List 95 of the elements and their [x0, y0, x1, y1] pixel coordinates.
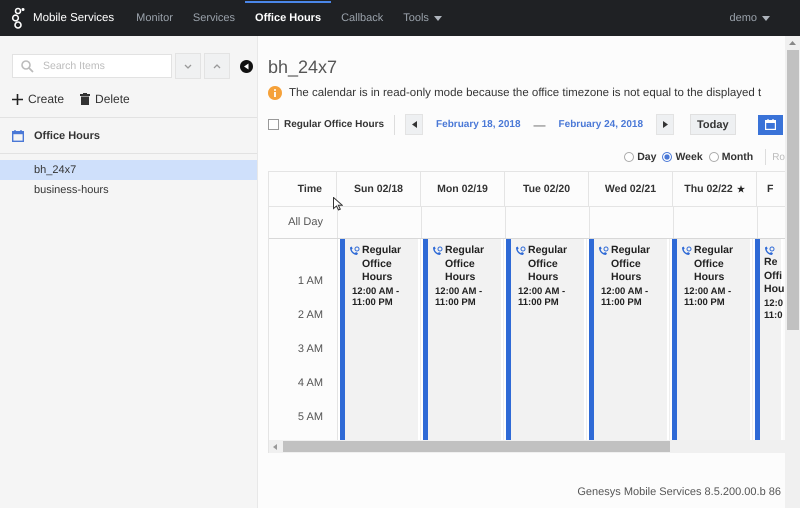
event-time: 12:00 AM - 11:00 PM — [683, 286, 732, 308]
star-icon — [736, 185, 745, 193]
create-button[interactable]: Create — [12, 91, 64, 107]
event-title: Regular Office Hours — [528, 244, 568, 284]
caret-icon — [434, 16, 442, 20]
scrollbar-thumb[interactable] — [283, 441, 670, 452]
event-time: 12:00 AM - 11:00 PM — [351, 286, 400, 308]
event-title: Regular Office Hours — [362, 244, 402, 284]
chevron-up-icon — [213, 64, 221, 68]
radio-label: Week — [675, 151, 703, 163]
user-menu[interactable]: demo — [719, 1, 780, 35]
column-header: Time — [298, 183, 322, 195]
row-label: All Day — [287, 215, 324, 230]
plus-icon — [12, 94, 23, 104]
calendar-event[interactable]: Regular Office Hours 12:00 AM - 11:00 PM — [672, 239, 750, 440]
trash-icon — [80, 93, 90, 105]
calendar-event[interactable]: Regular Office Hours 12:00 AM - 11:00 PM — [340, 239, 418, 440]
calendar-icon — [764, 119, 776, 130]
calendar-icon — [12, 130, 24, 142]
column-header: Thu 02/22 — [684, 183, 733, 195]
footer-text: Genesys Mobile Services 8.5.200.00.b 86 — [576, 486, 782, 500]
event-text: 12:0 — [764, 298, 781, 308]
calendar-event[interactable]: Regular Office Hours 12:00 AM - 11:00 PM — [423, 239, 501, 440]
event-title: Regular Office Hours — [611, 244, 652, 284]
list-item[interactable]: business-hours — [0, 180, 257, 200]
today-button[interactable]: Today — [690, 114, 736, 135]
event-text: Re — [764, 256, 778, 270]
nav-tab[interactable]: Services — [182, 1, 246, 35]
phone-icon — [432, 246, 443, 256]
radio-button[interactable] — [624, 152, 634, 162]
event-time: 12:00 AM - 11:00 PM — [600, 286, 650, 308]
radio-button[interactable] — [662, 152, 672, 162]
toolbar-text: Ro — [772, 152, 785, 162]
move-down-button[interactable] — [175, 53, 201, 79]
event-text: Offi — [764, 270, 781, 283]
phone-icon — [598, 246, 609, 256]
radio-button[interactable] — [708, 152, 719, 162]
app-title: Mobile Services — [33, 12, 114, 24]
info-icon — [268, 86, 282, 100]
nav-tab[interactable]: Callback — [331, 1, 394, 35]
right-triangle-icon — [662, 121, 668, 128]
next-button[interactable] — [656, 114, 674, 135]
collapse-icon[interactable] — [240, 60, 253, 72]
event-time: 12:00 AM - 11:00 PM — [434, 286, 484, 308]
event-time: 12:00 AM - 11:00 PM — [517, 286, 566, 308]
start-date-link[interactable]: February 18, 2018 — [436, 119, 521, 130]
column-header: Wed 02/21 — [604, 183, 656, 195]
calendar-event[interactable]: Regular Office Hours 12:00 AM - 11:00 PM — [589, 239, 667, 440]
left-triangle-icon — [273, 444, 277, 450]
delete-button[interactable]: Delete — [80, 91, 130, 107]
phone-icon — [515, 246, 526, 256]
event-text: 11:0 — [764, 310, 781, 320]
radio-label: Month — [722, 151, 754, 163]
mouse-cursor-icon — [333, 197, 343, 211]
view-radio[interactable]: Day — [624, 151, 656, 163]
end-date-link[interactable]: February 24, 2018 — [558, 119, 644, 130]
date-separator: — — [534, 118, 546, 132]
column-header: F — [767, 183, 774, 195]
view-radio[interactable]: Week — [662, 151, 703, 163]
checkbox[interactable] — [268, 119, 279, 130]
calendar-event[interactable]: Regular Office Hours 12:00 AM - 11:00 PM — [506, 239, 584, 440]
hour-label: 5 AM — [296, 410, 324, 425]
column-header: Tue 02/20 — [522, 183, 570, 195]
search-icon — [21, 60, 34, 73]
event-title: Regular Office Hours — [694, 244, 734, 284]
nav-tab[interactable]: Monitor — [126, 1, 183, 35]
calendar-button[interactable] — [758, 114, 783, 134]
chevron-down-icon — [184, 64, 192, 68]
column-header: Sun 02/18 — [354, 183, 404, 195]
caret-icon — [762, 16, 770, 20]
left-triangle-icon — [412, 121, 417, 128]
phone-icon — [764, 246, 775, 256]
hour-label: 2 AM — [296, 308, 324, 323]
phone-icon — [681, 246, 692, 256]
section-title: Office Hours — [34, 130, 100, 142]
up-triangle-icon — [789, 41, 796, 45]
hour-label: 3 AM — [296, 342, 324, 357]
column-header: Mon 02/19 — [437, 183, 488, 195]
notice-text: The calendar is in read-only mode because the office timezone is not equal to the displayed t — [289, 87, 762, 99]
hour-label: 1 AM — [296, 274, 324, 289]
search-field[interactable]: Search Items — [12, 54, 172, 78]
logo-icon — [11, 7, 25, 29]
event-title: Regular Office Hours — [445, 244, 486, 284]
nav-tab[interactable]: Tools — [393, 1, 452, 35]
hour-label: 4 AM — [296, 376, 324, 391]
horizontal-scrollbar[interactable] — [269, 440, 785, 453]
list-item[interactable]: bh_24x7 — [0, 160, 257, 180]
view-radio[interactable]: Month — [708, 151, 754, 163]
page-title: bh_24x7 — [268, 56, 338, 78]
phone-icon — [349, 246, 360, 256]
scrollbar-thumb[interactable] — [786, 50, 798, 330]
previous-button[interactable] — [405, 114, 424, 135]
vertical-scrollbar[interactable] — [785, 36, 800, 508]
move-up-button[interactable] — [204, 53, 230, 79]
radio-label: Day — [637, 151, 656, 163]
